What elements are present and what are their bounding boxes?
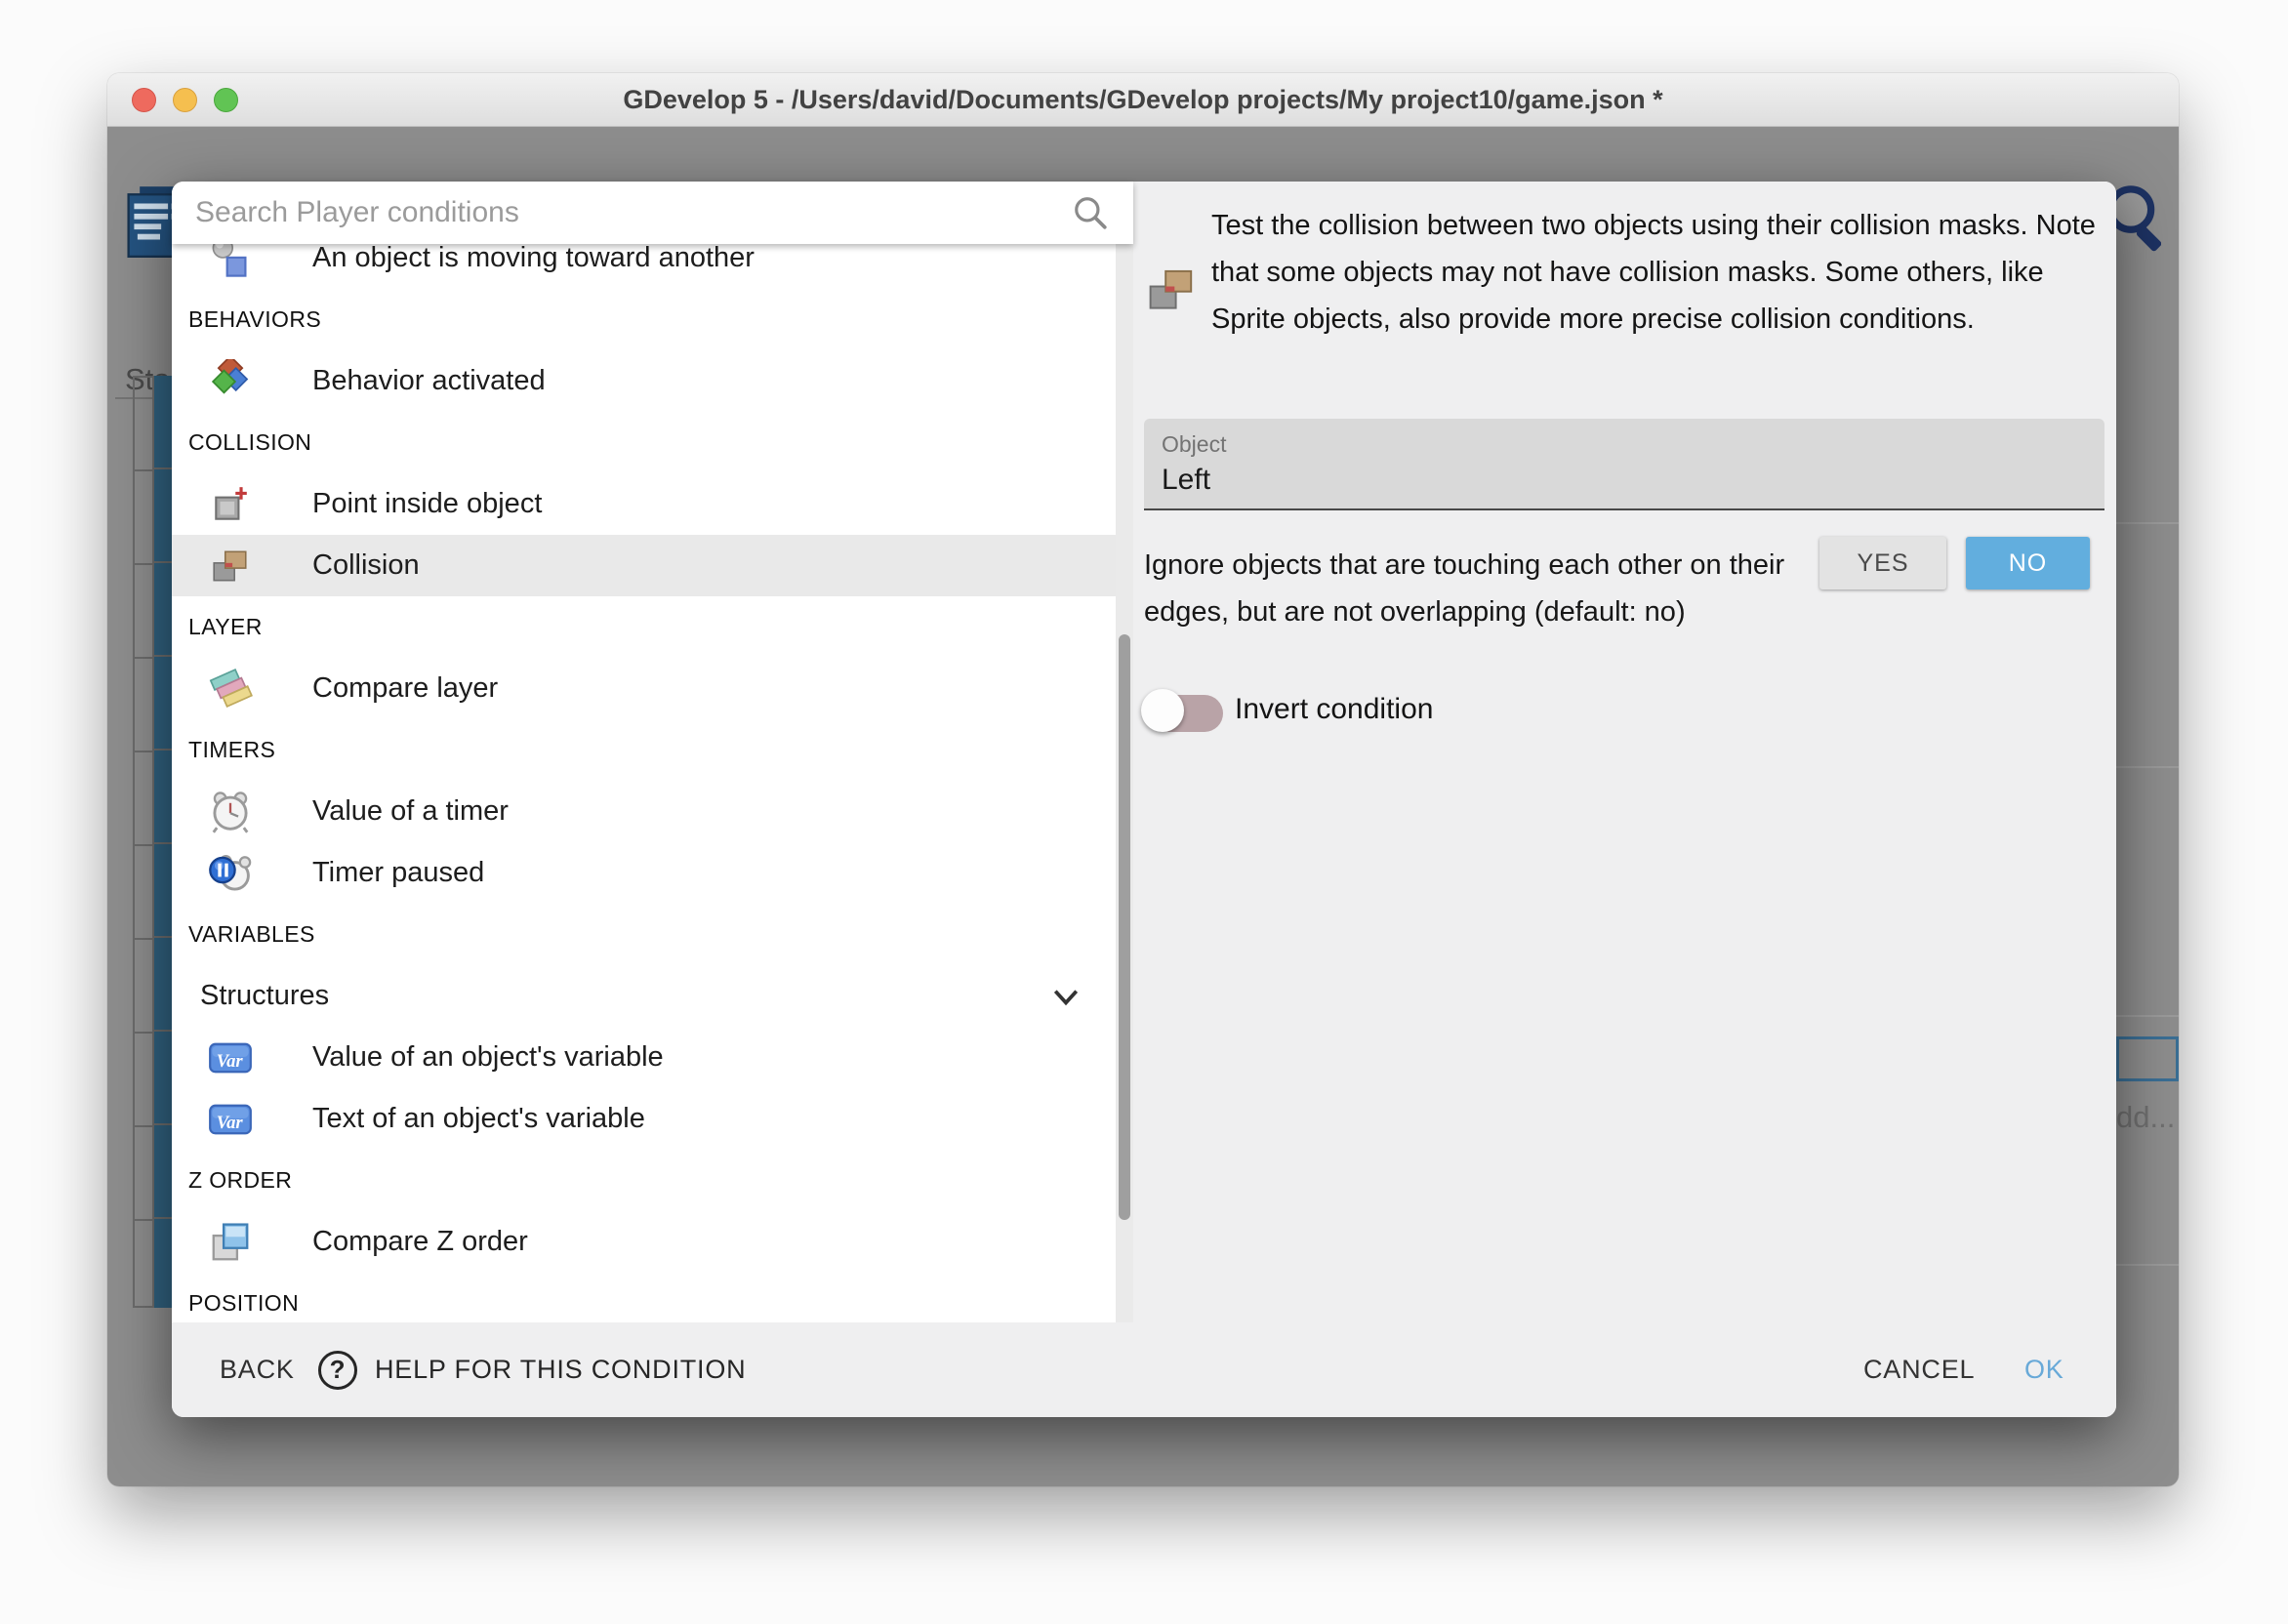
- condition-editor-dialog: Test the collision between two objects u…: [172, 182, 2116, 1417]
- list-item-label: An object is moving toward another: [312, 244, 755, 274]
- list-item[interactable]: An object is moving toward another: [172, 244, 1116, 289]
- condition-detail-panel: Test the collision between two objects u…: [1133, 182, 2116, 1322]
- list-item-label: Compare layer: [312, 672, 498, 705]
- section-header: TIMERS: [172, 719, 1116, 781]
- list-item-label: Value of an object's variable: [312, 1041, 664, 1074]
- events-sheet-rows: [154, 376, 172, 1308]
- no-button[interactable]: NO: [1966, 537, 2090, 589]
- list-item-selected[interactable]: Collision: [172, 535, 1116, 596]
- object-field[interactable]: Object Left: [1144, 419, 2104, 510]
- list-item[interactable]: Timer paused: [172, 842, 1116, 904]
- list-item-label: Behavior activated: [312, 365, 546, 397]
- list-item-label: Compare Z order: [312, 1226, 528, 1258]
- events-sheet-focused-field: [2116, 1036, 2179, 1081]
- help-button[interactable]: ? HELP FOR THIS CONDITION: [318, 1322, 746, 1417]
- list-item[interactable]: Behavior activated: [172, 350, 1116, 412]
- section-header: BEHAVIORS: [172, 289, 1116, 350]
- close-window-button[interactable]: [132, 88, 156, 112]
- help-icon: ?: [318, 1351, 357, 1390]
- ignore-edges-label: Ignore objects that are touching each ot…: [1144, 542, 1827, 635]
- zoom-window-button[interactable]: [214, 88, 238, 112]
- object-field-label: Object: [1162, 431, 1226, 458]
- list-item[interactable]: Value of a timer: [172, 781, 1116, 842]
- list-item-label: Structures: [200, 980, 329, 1012]
- list-item-label: Point inside object: [312, 488, 542, 520]
- compare-z-order-icon: [208, 1220, 253, 1265]
- dialog-footer: BACK ? HELP FOR THIS CONDITION CANCEL OK: [172, 1322, 2116, 1417]
- events-sheet-condition-column: [133, 376, 154, 1308]
- timer-paused-icon: [208, 851, 253, 896]
- back-button[interactable]: BACK: [220, 1322, 295, 1417]
- section-header: LAYER: [172, 596, 1116, 658]
- conditions-list: An object is moving toward another BEHAV…: [172, 244, 1133, 1322]
- list-item-label: Value of a timer: [312, 795, 509, 828]
- object-moving-toward-icon: [209, 244, 252, 280]
- events-row-divider: [2116, 522, 2179, 524]
- behavior-icon: [208, 359, 253, 404]
- list-item-label: Collision: [312, 549, 420, 582]
- collision-icon: [1148, 265, 1199, 320]
- invert-condition-toggle-thumb[interactable]: [1141, 689, 1184, 732]
- events-row-divider: [2116, 1264, 2179, 1266]
- condition-description: Test the collision between two objects u…: [1211, 203, 2098, 343]
- list-item[interactable]: Compare layer: [172, 658, 1116, 719]
- section-header: Z ORDER: [172, 1150, 1116, 1211]
- search-bar: [172, 182, 1133, 244]
- collision-icon: [210, 546, 251, 587]
- events-row-divider: [2116, 1015, 2179, 1017]
- section-header: VARIABLES: [172, 904, 1116, 965]
- svg-text:Var: Var: [217, 1050, 244, 1071]
- list-group-structures[interactable]: Structures: [172, 965, 1116, 1027]
- list-item[interactable]: Point inside object: [172, 473, 1116, 535]
- list-item[interactable]: Var Value of an object's variable: [172, 1027, 1116, 1088]
- ok-button[interactable]: OK: [2024, 1322, 2064, 1417]
- list-scrollbar-thumb[interactable]: [1119, 634, 1130, 1220]
- variable-icon: Var: [208, 1038, 253, 1077]
- compare-layer-icon: [208, 667, 253, 711]
- window-title: GDevelop 5 - /Users/david/Documents/GDev…: [623, 85, 1662, 115]
- list-item-label: Text of an object's variable: [312, 1103, 645, 1135]
- section-header: POSITION: [172, 1273, 1116, 1322]
- yes-button[interactable]: YES: [1819, 537, 1946, 589]
- events-row-divider: [2116, 766, 2179, 768]
- variable-icon: Var: [208, 1100, 253, 1139]
- list-item-label: Timer paused: [312, 857, 484, 889]
- svg-text:Var: Var: [217, 1112, 244, 1132]
- cancel-button[interactable]: CANCEL: [1863, 1322, 1975, 1417]
- timer-icon: [208, 790, 253, 834]
- section-header: COLLISION: [172, 412, 1116, 473]
- add-action-link-truncated: dd...: [2116, 1100, 2175, 1135]
- point-inside-object-icon: [210, 484, 251, 525]
- object-field-value[interactable]: Left: [1162, 464, 1210, 497]
- list-item[interactable]: Compare Z order: [172, 1211, 1116, 1273]
- list-item[interactable]: Var Text of an object's variable: [172, 1088, 1116, 1150]
- search-input[interactable]: [195, 182, 1054, 244]
- minimize-window-button[interactable]: [173, 88, 197, 112]
- magnifier-icon[interactable]: [1072, 194, 1109, 231]
- chevron-down-icon[interactable]: [1051, 982, 1081, 1011]
- invert-condition-label: Invert condition: [1235, 693, 1433, 726]
- title-bar[interactable]: GDevelop 5 - /Users/david/Documents/GDev…: [107, 73, 2179, 127]
